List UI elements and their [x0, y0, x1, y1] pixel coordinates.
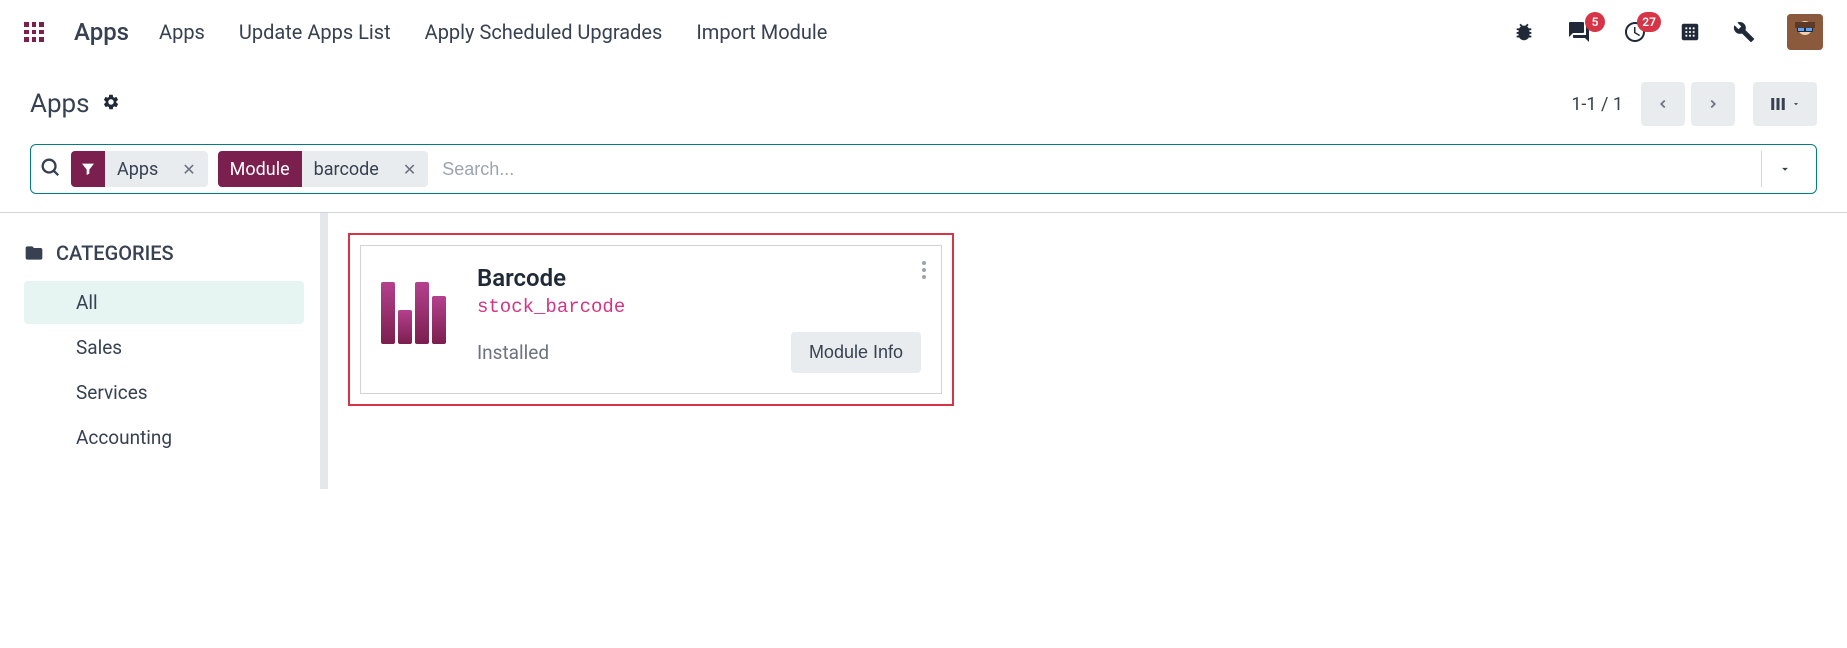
messages-icon[interactable]: 5	[1567, 20, 1591, 44]
tools-icon[interactable]	[1733, 21, 1755, 43]
sidebar-resize-handle[interactable]	[320, 213, 328, 489]
view-switch-button[interactable]	[1753, 82, 1817, 126]
search-bar: Apps ✕ Module barcode ✕	[30, 144, 1817, 194]
debug-icon[interactable]	[1513, 21, 1535, 43]
kebab-menu-icon[interactable]	[921, 260, 927, 284]
activities-badge: 27	[1637, 12, 1661, 32]
avatar[interactable]	[1787, 14, 1823, 50]
sidebar-item-sales[interactable]: Sales	[24, 326, 304, 369]
search-facet-filter: Apps ✕	[71, 151, 208, 187]
module-technical-name: stock_barcode	[477, 296, 921, 318]
sidebar-section-label: CATEGORIES	[56, 241, 174, 265]
search-options-dropdown[interactable]	[1761, 151, 1808, 187]
barcode-icon	[381, 282, 453, 344]
search-facet-filter-remove[interactable]: ✕	[170, 160, 207, 179]
company-icon[interactable]	[1679, 21, 1701, 43]
pager-next-button[interactable]	[1691, 82, 1735, 126]
sidebar-section-title: CATEGORIES	[24, 241, 304, 265]
sidebar-item-all[interactable]: All	[24, 281, 304, 324]
nav-links: Apps Update Apps List Apply Scheduled Up…	[159, 20, 827, 44]
nav-link-update-apps-list[interactable]: Update Apps List	[239, 20, 391, 44]
sidebar-item-accounting[interactable]: Accounting	[24, 416, 304, 459]
app-title: Apps	[74, 18, 129, 46]
search-facet-module: Module barcode ✕	[218, 151, 429, 187]
module-card[interactable]: Barcode stock_barcode Installed Module I…	[360, 245, 942, 394]
search-facet-module-label: Module	[218, 151, 302, 187]
messages-badge: 5	[1585, 12, 1605, 32]
search-icon[interactable]	[39, 156, 61, 182]
card-highlight: Barcode stock_barcode Installed Module I…	[348, 233, 954, 406]
page-title: Apps	[30, 89, 90, 119]
module-status: Installed	[477, 341, 549, 364]
apps-menu-icon[interactable]	[24, 22, 44, 42]
nav-link-import-module[interactable]: Import Module	[696, 20, 827, 44]
filter-icon	[71, 151, 105, 187]
module-info-button[interactable]: Module Info	[791, 332, 921, 373]
pager[interactable]: 1-1 / 1	[1571, 94, 1623, 115]
activities-icon[interactable]: 27	[1623, 20, 1647, 44]
search-facet-filter-value: Apps	[105, 159, 170, 180]
sidebar: CATEGORIES All Sales Services Accounting	[0, 213, 328, 489]
gear-icon[interactable]	[102, 93, 120, 115]
sidebar-item-services[interactable]: Services	[24, 371, 304, 414]
pager-prev-button[interactable]	[1641, 82, 1685, 126]
search-input[interactable]	[438, 155, 1751, 184]
folder-icon	[24, 243, 44, 263]
nav-link-apps[interactable]: Apps	[159, 20, 205, 44]
nav-link-apply-scheduled-upgrades[interactable]: Apply Scheduled Upgrades	[425, 20, 663, 44]
search-facet-module-value: barcode	[302, 159, 391, 180]
module-title: Barcode	[477, 264, 921, 292]
search-facet-module-remove[interactable]: ✕	[391, 160, 428, 179]
main-content: Barcode stock_barcode Installed Module I…	[328, 213, 1847, 489]
